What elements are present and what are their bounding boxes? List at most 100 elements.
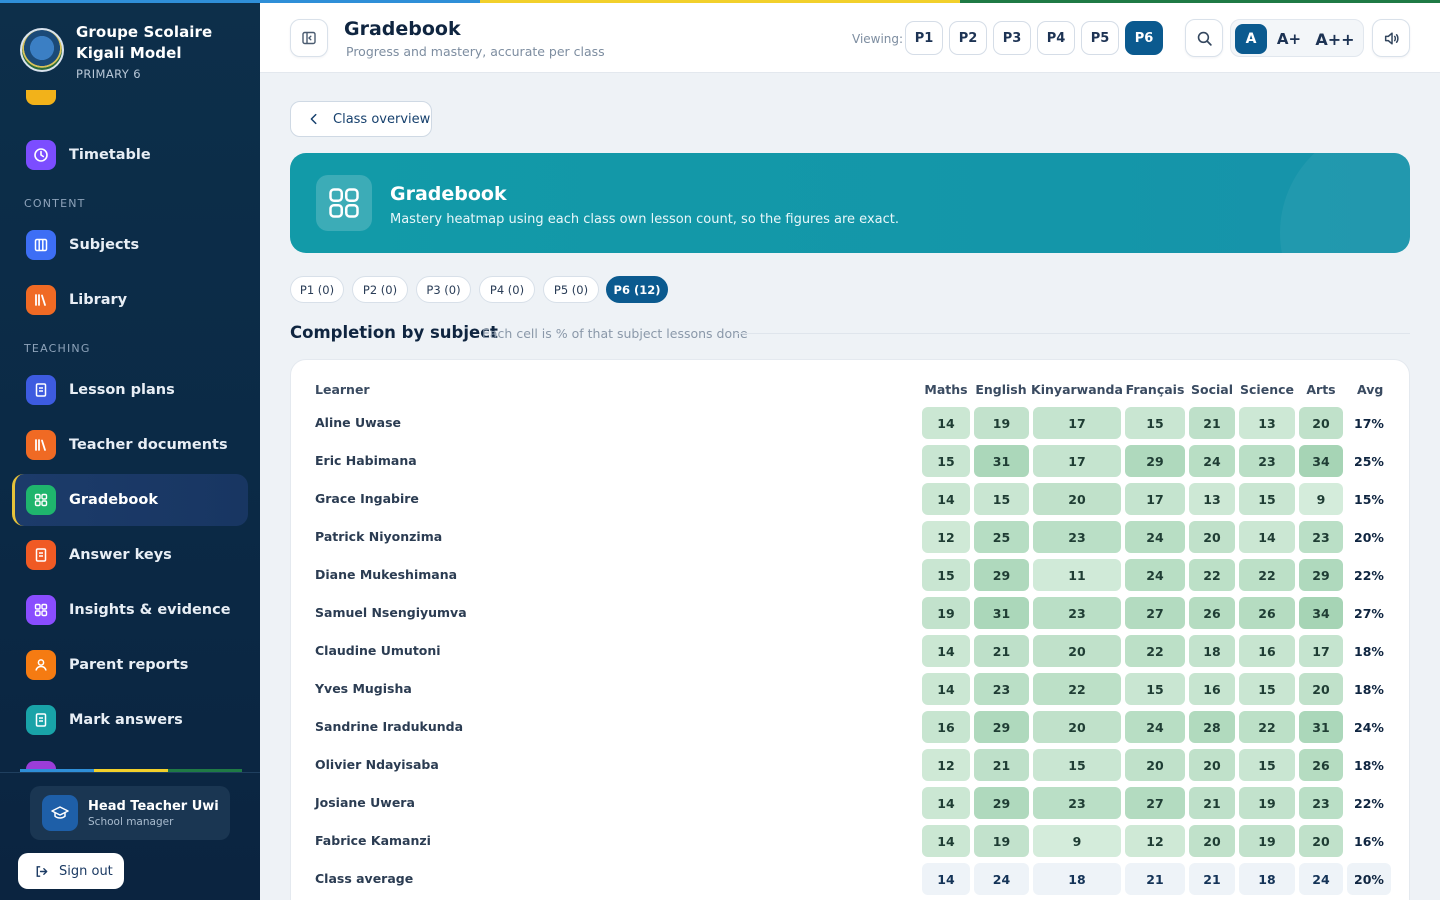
heatmap-cell: 9 [1033,825,1121,857]
sidebar-item-teacher-documents[interactable]: Teacher documents [12,419,248,471]
heatmap-cell: 22 [1125,635,1185,667]
sidebar-item-label: Mark answers [69,712,183,728]
grade-button-p6[interactable]: P6 [1125,21,1163,55]
heatmap-cell: 19 [1239,787,1295,819]
learner-name[interactable]: Grace Ingabire [315,491,419,506]
heatmap-cell: 20 [1299,673,1343,705]
column-header-learner: Learner [315,382,370,397]
sidebar-item-lesson-plans[interactable]: Lesson plans [12,364,248,416]
learner-name[interactable]: Josiane Uwera [315,795,415,810]
heatmap-cell: 19 [1239,825,1295,857]
font-size-large[interactable]: A+ [1271,24,1307,54]
sidebar-item-subjects[interactable]: Subjects [12,219,248,271]
grade-button-p1[interactable]: P1 [905,21,943,55]
sign-out-button[interactable]: Sign out [18,853,124,889]
class-pill-p3[interactable]: P3 (0) [416,276,471,303]
school-name: Groupe Scolaire Kigali Model [76,23,213,62]
graduation-cap-icon [42,795,78,831]
heatmap-cell: 18 [1033,863,1121,895]
sidebar-item-hidden-bottom[interactable] [12,750,248,770]
school-brand[interactable]: Groupe Scolaire Kigali Model PRIMARY 6 [20,22,212,81]
heatmap-cell: 14 [922,635,970,667]
class-pill-p2[interactable]: P2 (0) [352,276,408,303]
learner-name[interactable]: Samuel Nsengiyumva [315,605,467,620]
sidebar-item-parent-reports[interactable]: Parent reports [12,639,248,691]
toggle-sidebar-button[interactable] [290,19,328,57]
heatmap-cell: 29 [974,711,1029,743]
heatmap-cell: 14 [922,673,970,705]
heatmap-cell: 23 [1299,521,1343,553]
sidebar-item-hidden[interactable] [12,90,248,116]
heatmap-cell: 14 [1239,521,1295,553]
heatmap-cell: 23 [1239,445,1295,477]
sidebar-item-timetable[interactable]: Timetable [12,129,248,181]
sidebar-item-gradebook[interactable]: Gradebook [12,474,248,526]
heatmap-cell: 26 [1189,597,1235,629]
heatmap-cell: 24 [974,863,1029,895]
heatmap-cell: 21 [1189,787,1235,819]
learner-name[interactable]: Claudine Umutoni [315,643,441,658]
heatmap-cell: 20 [1033,483,1121,515]
grade-button-p3[interactable]: P3 [993,21,1031,55]
grade-button-p5[interactable]: P5 [1081,21,1119,55]
class-overview-back-button[interactable]: Class overview [290,101,432,137]
heatmap-cell: 16 [1239,635,1295,667]
sidebar-item-insights[interactable]: Insights & evidence [12,584,248,636]
learner-name[interactable]: Patrick Niyonzima [315,529,442,544]
heatmap-cell: 15 [922,445,970,477]
heatmap-cell: 29 [1299,559,1343,591]
class-average-label: Class average [315,871,414,886]
heatmap-cell: 21 [1189,863,1235,895]
average-value: 22% [1354,567,1384,583]
heatmap-cell: 15 [1239,673,1295,705]
learner-name[interactable]: Olivier Ndayisaba [315,757,439,772]
sidebar-item-answer-keys[interactable]: Answer keys [12,529,248,581]
search-button[interactable] [1185,19,1223,57]
heatmap-cell: 28 [1189,711,1235,743]
class-pill-p1[interactable]: P1 (0) [290,276,344,303]
average-value: 20% [1347,863,1391,895]
font-size-xlarge[interactable]: A++ [1311,24,1359,54]
learner-name[interactable]: Diane Mukeshimana [315,567,457,582]
average-value: 20% [1354,529,1384,545]
learner-name[interactable]: Aline Uwase [315,415,401,430]
heatmap-cell: 31 [974,445,1029,477]
learner-name[interactable]: Yves Mugisha [315,681,412,696]
hero-title: Gradebook [390,183,507,205]
search-icon [1197,31,1212,46]
class-pill-p5[interactable]: P5 (0) [543,276,599,303]
heatmap-cell: 16 [922,711,970,743]
learner-name[interactable]: Eric Habimana [315,453,417,468]
user-card[interactable]: Head Teacher Uwi... School manager [30,786,230,840]
heatmap-cell: 31 [974,597,1029,629]
heatmap-cell: 12 [922,521,970,553]
heatmap-cell: 12 [1125,825,1185,857]
heatmap-cell: 24 [1189,445,1235,477]
heatmap-cell: 29 [974,559,1029,591]
learner-name[interactable]: Fabrice Kamanzi [315,833,431,848]
class-pill-p6[interactable]: P6 (12) [606,276,668,303]
heatmap-cell: 24 [1125,521,1185,553]
class-pill-p4[interactable]: P4 (0) [479,276,535,303]
average-value: 17% [1354,415,1384,431]
heatmap-cell: 23 [974,673,1029,705]
person-icon [26,650,56,680]
heatmap-cell: 26 [1299,749,1343,781]
heatmap-cell: 19 [974,825,1029,857]
heatmap-cell: 18 [1239,863,1295,895]
grade-button-p4[interactable]: P4 [1037,21,1075,55]
heatmap-cell: 14 [922,825,970,857]
read-aloud-button[interactable] [1372,19,1410,57]
sidebar-item-mark-answers[interactable]: Mark answers [12,694,248,746]
sign-out-icon [36,865,48,877]
decorative-circle [1280,153,1410,253]
speaker-icon [1384,31,1399,45]
heatmap-cell: 17 [1125,483,1185,515]
font-size-normal[interactable]: A [1235,24,1267,54]
grade-button-p2[interactable]: P2 [949,21,987,55]
school-crest-logo [20,28,64,72]
sidebar-item-label: Subjects [69,237,140,253]
learner-name[interactable]: Sandrine Iradukunda [315,719,463,734]
sidebar-nav: Timetable CONTENT Subjects Library TEACH… [0,90,260,770]
sidebar-item-library[interactable]: Library [12,274,248,326]
